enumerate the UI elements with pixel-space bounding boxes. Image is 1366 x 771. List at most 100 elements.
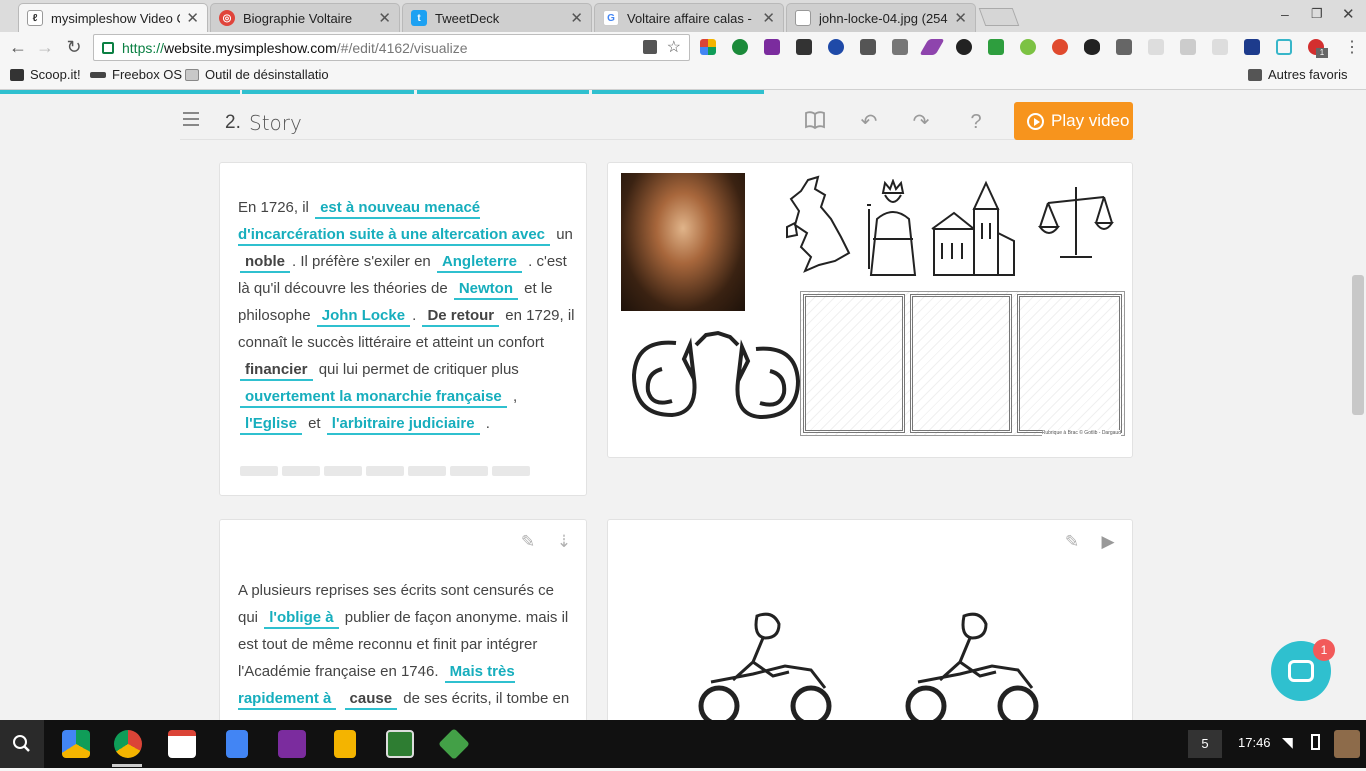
rss-icon[interactable] xyxy=(1212,39,1228,55)
play-video-button[interactable]: Play video xyxy=(1014,102,1133,140)
motorcycle-icon[interactable] xyxy=(900,610,1045,720)
motorcycle-icon[interactable] xyxy=(693,610,838,720)
pencil-icon[interactable]: ✎ xyxy=(1062,532,1082,552)
tab-biographie[interactable]: ◎ Biographie Voltaire ✕ xyxy=(210,3,400,32)
story-text: , xyxy=(512,388,518,405)
story-text-card[interactable]: ✎ ⇣ A plusieurs reprises ses écrits sont… xyxy=(219,519,587,720)
tab-tweetdeck[interactable]: t TweetDeck ✕ xyxy=(402,3,592,32)
close-icon[interactable]: ✕ xyxy=(186,9,199,27)
k-icon[interactable] xyxy=(828,39,844,55)
notification-count[interactable]: 5 xyxy=(1188,730,1222,758)
tab-voltaire-calas[interactable]: G Voltaire affaire calas - Re ✕ xyxy=(594,3,784,32)
n-icon[interactable] xyxy=(1148,39,1164,55)
star-icon[interactable]: ☆ xyxy=(667,37,681,57)
close-icon[interactable]: ✕ xyxy=(378,9,391,27)
new-tab-button[interactable] xyxy=(978,8,1020,26)
bookmark-uninstall-tool[interactable]: Outil de désinstallatio xyxy=(185,67,329,82)
gmail-icon[interactable] xyxy=(168,730,196,758)
undo-icon[interactable]: ↶ xyxy=(857,110,881,134)
green-dot-icon[interactable] xyxy=(1020,39,1036,55)
reload-icon[interactable]: ↻ xyxy=(63,37,85,57)
handcuffs-icon[interactable] xyxy=(626,315,806,425)
keyword[interactable]: l'Eglise xyxy=(240,415,302,435)
brackets-icon[interactable] xyxy=(1276,39,1292,55)
app-page: 2. Story ↶ ↷ ? Play video En 1726, il es… xyxy=(0,90,1366,720)
keyword[interactable]: Angleterre xyxy=(436,253,522,273)
merge-icon[interactable]: ⇣ xyxy=(554,532,574,552)
progress-segment xyxy=(0,90,240,94)
comic-strip-image[interactable]: Rubrique à Brac © Gotlib - Dargaud xyxy=(800,291,1125,436)
redo-icon[interactable]: ↷ xyxy=(909,110,933,134)
tab-mysimpleshow[interactable]: ℓ mysimpleshow Video Cr ✕ xyxy=(18,3,208,32)
media-icon[interactable] xyxy=(860,39,876,55)
book-icon[interactable] xyxy=(1244,39,1260,55)
tables-icon[interactable] xyxy=(1180,39,1196,55)
story-image-card[interactable]: Rubrique à Brac © Gotlib - Dargaud xyxy=(607,162,1133,458)
help-icon[interactable]: ? xyxy=(964,110,988,134)
keyword[interactable]: l'arbitraire judiciaire xyxy=(326,415,480,435)
color-picker-icon[interactable] xyxy=(956,39,972,55)
hamburger-menu-icon[interactable] xyxy=(183,112,199,126)
great-britain-map-icon[interactable] xyxy=(783,175,853,275)
minimize-icon[interactable]: ‒ xyxy=(1281,6,1289,22)
launcher-search-icon[interactable] xyxy=(0,720,44,768)
battery-icon[interactable] xyxy=(1311,734,1320,750)
page-scrollbar[interactable] xyxy=(1352,275,1364,415)
keyword[interactable]: ouvertement la monarchie française xyxy=(240,388,507,408)
john-locke-portrait[interactable] xyxy=(621,173,745,311)
opera-icon[interactable] xyxy=(1052,39,1068,55)
bookmark-other-favorites[interactable]: Autres favoris xyxy=(1248,67,1347,82)
spreadsheet-app-icon[interactable] xyxy=(386,730,414,758)
keyword[interactable]: noble xyxy=(240,253,290,273)
blocked-popup-icon[interactable] xyxy=(643,40,657,54)
forward-icon[interactable]: → xyxy=(34,37,56,57)
google-slides-icon[interactable] xyxy=(334,730,356,758)
os-taskbar: 5 17:46 ◥ xyxy=(0,720,1366,768)
keyword[interactable]: De retour xyxy=(422,307,500,327)
extension-icon[interactable] xyxy=(700,39,716,55)
close-icon[interactable]: ✕ xyxy=(570,9,583,27)
wifi-icon[interactable]: ◥ xyxy=(1282,734,1293,751)
keyword[interactable]: l'oblige à xyxy=(264,609,339,629)
story-image-card[interactable]: ✎ ▶ xyxy=(607,519,1133,720)
story-text-card[interactable]: En 1726, il est à nouveau menacé d'incar… xyxy=(219,162,587,496)
keyword[interactable]: financier xyxy=(240,361,313,381)
play-icon[interactable]: ▶ xyxy=(1098,532,1118,552)
church-icon[interactable] xyxy=(928,179,1018,277)
google-drive-icon[interactable] xyxy=(62,730,90,758)
onenote-app-icon[interactable] xyxy=(278,730,306,758)
google-docs-icon[interactable] xyxy=(226,730,248,758)
restore-icon[interactable]: ❐ xyxy=(1311,6,1323,22)
book-icon[interactable] xyxy=(803,110,827,134)
file-icon xyxy=(795,10,811,26)
clock[interactable]: 17:46 xyxy=(1238,735,1271,750)
bookmark-freebox[interactable]: Freebox OS xyxy=(90,67,182,82)
onenote-icon[interactable] xyxy=(764,39,780,55)
keyword[interactable]: John Locke xyxy=(316,307,411,327)
adblock-icon[interactable]: 1 xyxy=(1308,39,1328,58)
camera-icon[interactable] xyxy=(892,39,908,55)
evernote-icon[interactable] xyxy=(732,39,748,55)
close-icon[interactable]: ✕ xyxy=(762,9,775,27)
tools-icon[interactable] xyxy=(1116,39,1132,55)
avatar[interactable] xyxy=(1334,730,1360,758)
scales-of-justice-icon[interactable] xyxy=(1038,183,1114,263)
fish-icon[interactable] xyxy=(1084,39,1100,55)
bookmark-scoopit[interactable]: Scoop.it! xyxy=(10,67,81,82)
story-text: et xyxy=(308,415,321,432)
google-icon: G xyxy=(603,10,619,26)
pencil-icon[interactable]: ✎ xyxy=(518,532,538,552)
keyword[interactable]: Newton xyxy=(453,280,518,300)
film-icon[interactable] xyxy=(796,39,812,55)
menu-icon[interactable]: ⋮ xyxy=(1344,37,1360,57)
address-bar[interactable]: https://website.mysimpleshow.com/#/edit/… xyxy=(93,34,690,61)
keyword[interactable]: cause xyxy=(344,690,398,710)
back-icon[interactable]: ← xyxy=(7,37,29,57)
tab-john-locke[interactable]: john-locke-04.jpg (254×2 ✕ xyxy=(786,3,976,32)
tab-label: TweetDeck xyxy=(435,10,500,26)
king-icon[interactable] xyxy=(863,179,923,279)
close-icon[interactable]: ✕ xyxy=(954,9,967,27)
printer-icon[interactable] xyxy=(988,39,1004,55)
close-window-icon[interactable]: ✕ xyxy=(1342,5,1355,23)
chrome-icon[interactable] xyxy=(114,730,142,758)
